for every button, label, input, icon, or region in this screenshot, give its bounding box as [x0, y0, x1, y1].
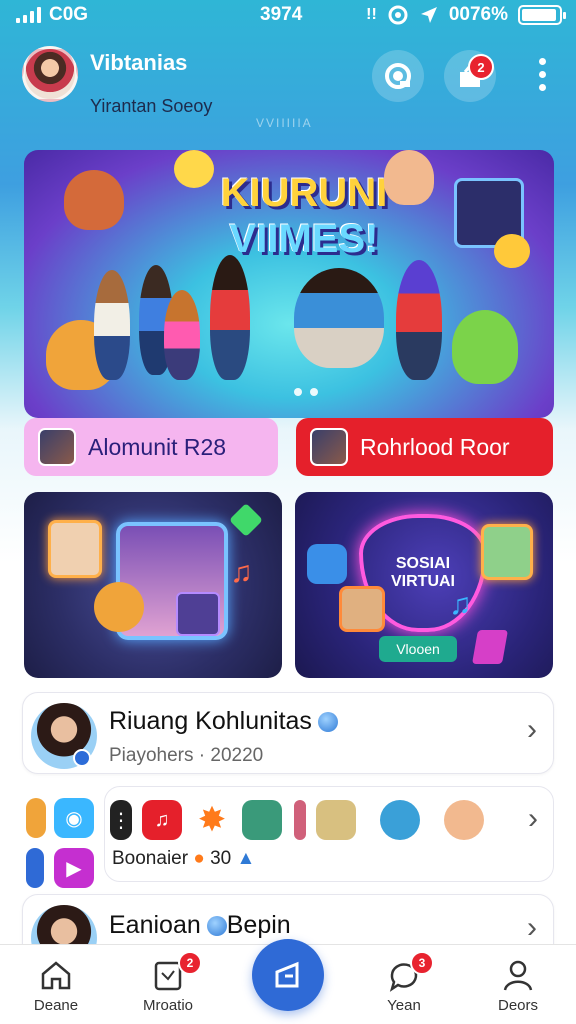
carousel-dots[interactable]: [294, 388, 318, 396]
create-icon: [275, 961, 299, 988]
fire-icon: ●: [193, 848, 205, 869]
emoji-bubble-icon: [494, 234, 530, 268]
app-icon-play[interactable]: ▶: [54, 848, 94, 888]
photo-frame-decoration: [481, 524, 533, 580]
community-pill-button[interactable]: Alomunit R28: [24, 418, 278, 476]
status-bar: C0G 3974 !! 0076%: [0, 0, 576, 30]
social-virtual-card[interactable]: SOSIAI VIRTUAI Vlooen ♫: [295, 492, 553, 678]
app-icon-partial-blue[interactable]: [26, 848, 44, 888]
app-icon-face-3[interactable]: [316, 800, 356, 840]
nav-media-label: Mroatio: [142, 997, 194, 1014]
chevron-right-icon: ›: [527, 911, 537, 944]
green-monster-character: [452, 310, 518, 384]
bottom-nav: Deane 2 Mroatio 3 Yean Deors: [0, 939, 576, 1024]
broadcast-icon: [385, 63, 411, 89]
live-button[interactable]: [372, 50, 424, 102]
nav-chat-label: Yean: [387, 997, 421, 1014]
pill-left-label: Alomunit R28: [88, 433, 227, 460]
hero-banner[interactable]: KIURUNI VIIMES!: [24, 150, 554, 418]
kid-character-3: [164, 290, 200, 380]
nav-media-badge: 2: [178, 951, 202, 975]
list-item-community[interactable]: Riuang Kohlunitas Piayohers · 20220 ›: [22, 692, 554, 774]
nav-media[interactable]: 2 Mroatio: [118, 951, 218, 1014]
notification-badge: 2: [468, 54, 494, 80]
guitar-player-character: [294, 268, 384, 368]
app-icon-music[interactable]: ♫: [142, 800, 182, 840]
chevron-right-icon: ›: [528, 802, 538, 835]
bell-icon: ▲: [236, 848, 256, 869]
nav-profile[interactable]: Deors: [468, 957, 568, 1014]
create-button[interactable]: [252, 939, 324, 1011]
list-item-title: Eanioan Bepin: [109, 911, 291, 939]
social-virtual-button[interactable]: Vlooen: [379, 636, 457, 662]
yellow-blob-character: [174, 150, 214, 188]
fox-character: [64, 170, 124, 230]
apps-row: ◉ ⋮ ♫ ✸ ▶ Boonaier ● 30 ▲ ›: [0, 786, 576, 888]
redhead-character: [384, 150, 434, 205]
avatar[interactable]: [22, 46, 78, 102]
grid-frame-decoration: [176, 592, 220, 636]
notifications-button[interactable]: 2: [444, 50, 496, 102]
hotspot-icon: [388, 5, 408, 25]
app-icon-sun[interactable]: ✸: [192, 800, 232, 840]
signal-icon: [16, 7, 41, 23]
megaphone-icon: [472, 630, 508, 664]
app-icon-player[interactable]: ⋮: [110, 800, 132, 840]
battery-percent: 0076%: [448, 4, 508, 25]
nav-profile-label: Deors: [497, 997, 538, 1014]
photo-frame-decoration: [48, 520, 102, 578]
boy-character: [396, 260, 442, 380]
vibrate-icon: !!: [366, 6, 377, 23]
pill-thumbnail: [310, 428, 348, 466]
kid-character-4: [210, 255, 250, 380]
social-virtual-title: SOSIAI VIRTUAI: [391, 555, 455, 590]
watermark-text: VVIIIIIA: [256, 116, 313, 130]
list-item-subtitle: Piayohers · 20220: [109, 745, 264, 766]
nav-home[interactable]: Deane: [6, 957, 106, 1014]
room-pill-button[interactable]: Rohrlood Roor: [296, 418, 553, 476]
home-icon: [41, 961, 71, 990]
status-time: 3974: [260, 4, 303, 25]
bear-character: [94, 582, 144, 632]
photo-frame-decoration: [339, 586, 385, 632]
chevron-right-icon: ›: [527, 713, 537, 746]
battery-icon: [518, 5, 566, 25]
kid-character-1: [94, 270, 130, 380]
app-icon-alien[interactable]: [380, 800, 420, 840]
app-icon-face-2[interactable]: [294, 800, 306, 840]
nav-home-label: Deane: [33, 997, 79, 1014]
app-icon-face-4[interactable]: [444, 800, 484, 840]
pill-thumbnail: [38, 428, 76, 466]
carrier-label: C0G: [49, 4, 89, 25]
page-subtitle: Yirantan Soeoy: [90, 96, 213, 116]
apps-row-label: Boonaier ● 30 ▲: [112, 848, 256, 869]
header: Vibtanias Yirantan Soeoy 2: [0, 44, 576, 116]
hero-title-line2: VIIMES!: [229, 217, 379, 261]
music-note-icon: ♫: [449, 588, 472, 621]
app-icon-list: ◉ ⋮ ♫ ✸ ▶: [0, 792, 500, 888]
nav-chat-badge: 3: [410, 951, 434, 975]
chat-bubble-icon: [307, 544, 347, 584]
app-icon-blue[interactable]: ◉: [54, 798, 94, 838]
location-icon: [420, 7, 437, 23]
app-icon-partial[interactable]: [26, 798, 46, 838]
music-note-icon: ♫: [230, 556, 253, 589]
more-menu-icon[interactable]: [539, 58, 546, 91]
globe-icon: [206, 916, 227, 937]
gem-icon: [229, 503, 263, 537]
profile-icon: [503, 960, 533, 991]
nav-chat[interactable]: 3 Yean: [354, 951, 454, 1014]
verified-icon: [73, 749, 91, 767]
list-item-title: Riuang Kohlunitas: [109, 707, 338, 736]
app-icon-face-1[interactable]: [242, 800, 282, 840]
video-card[interactable]: ♫: [24, 492, 282, 678]
globe-icon: [317, 712, 338, 733]
page-title: Vibtanias: [90, 50, 188, 75]
pill-right-label: Rohrlood Roor: [360, 433, 510, 460]
